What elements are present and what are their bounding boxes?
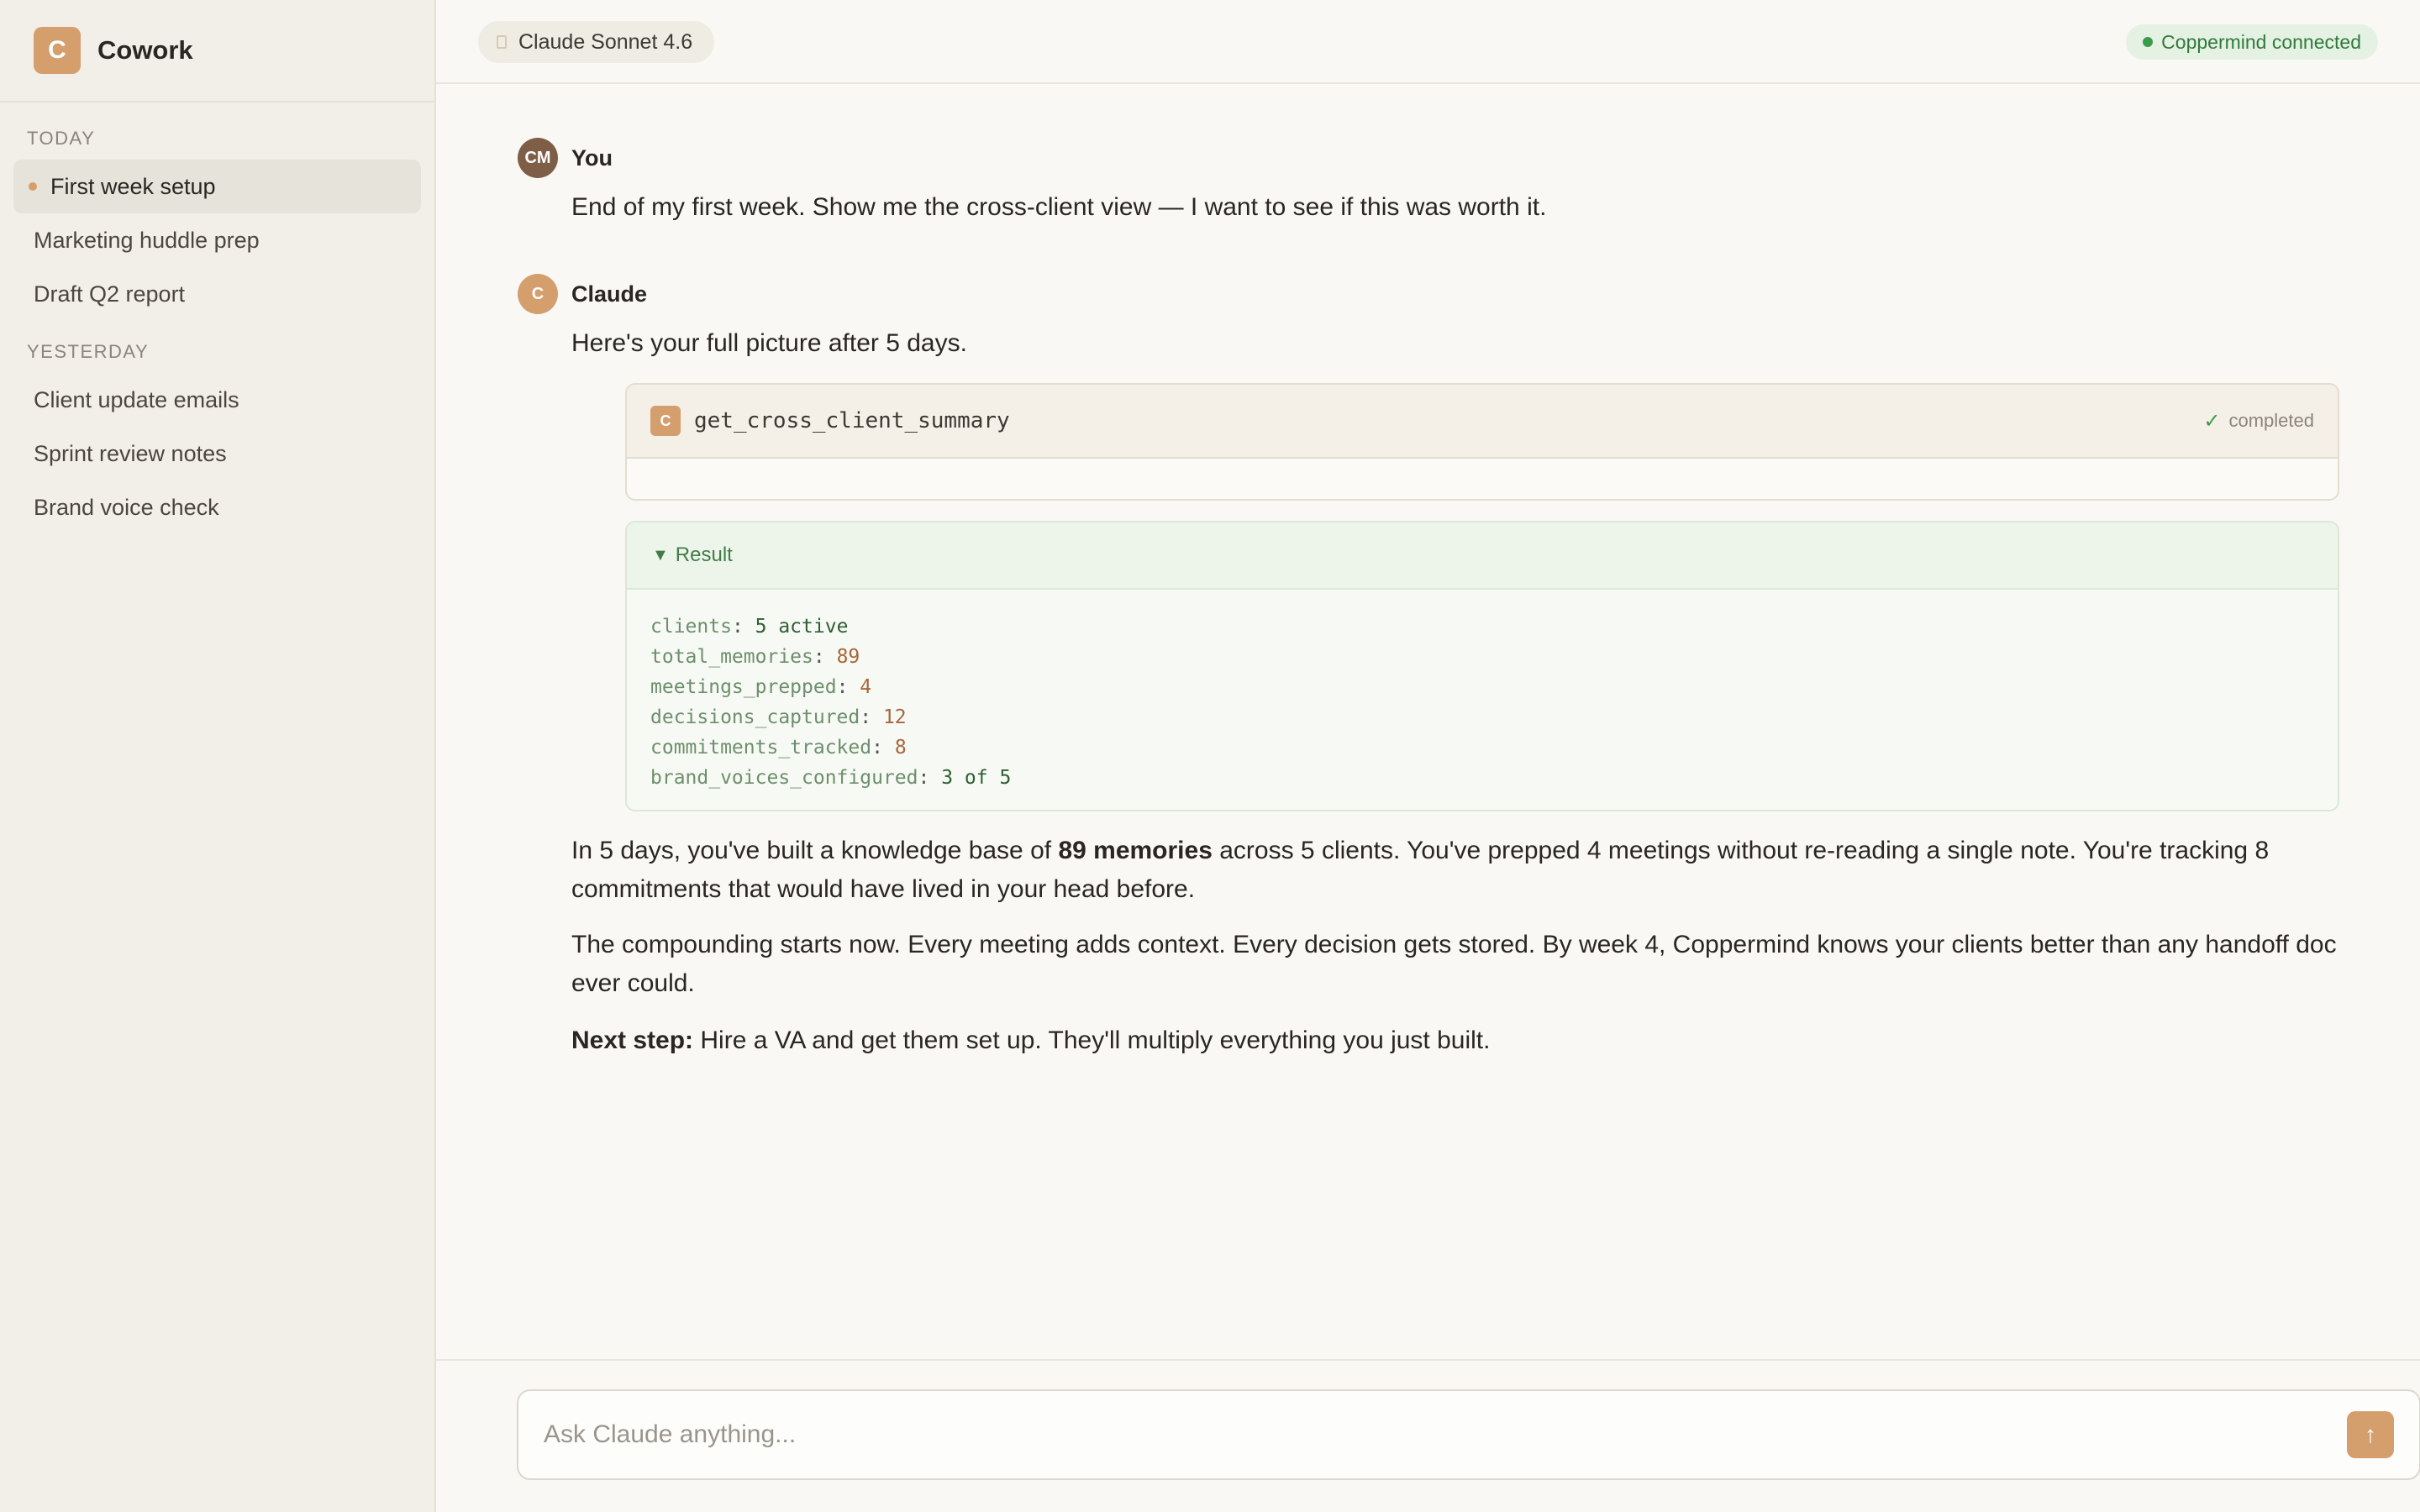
message-input[interactable]	[544, 1391, 2342, 1478]
result-row-decisions-captured: decisions_captured: 12	[650, 702, 2314, 732]
sidebar-item-label: Client update emails	[34, 386, 239, 412]
top-bar: Claude Sonnet 4.6 Coppermind connected	[436, 0, 2420, 84]
app-window: C Cowork TODAY First week setup Marketin…	[0, 0, 2420, 1512]
paragraph-text: Hire a VA and get them set up. They'll m…	[693, 1026, 1491, 1054]
sidebar-item-label: Marketing huddle prep	[34, 227, 260, 253]
caret-down-icon: ▼	[652, 545, 669, 564]
check-icon: ✓	[2203, 409, 2221, 433]
sidebar-item-draft-q2-report[interactable]: Draft Q2 report	[13, 267, 421, 321]
assistant-author-name: Claude	[571, 281, 648, 307]
sidebar: C Cowork TODAY First week setup Marketin…	[0, 0, 436, 1512]
result-key: meetings_prepped	[650, 676, 837, 698]
sidebar-item-brand-voice-check[interactable]: Brand voice check	[13, 480, 421, 534]
sidebar-item-client-update-emails[interactable]: Client update emails	[13, 373, 421, 427]
tool-status: ✓ completed	[2203, 409, 2314, 433]
result-label: Result	[675, 543, 733, 566]
active-dot-icon	[29, 182, 37, 191]
nav-list-today: First week setup Marketing huddle prep D…	[0, 160, 434, 321]
model-icon	[497, 35, 507, 49]
tool-status-label: completed	[2228, 410, 2314, 431]
result-key: total_memories	[650, 646, 813, 668]
result-key: clients	[650, 616, 732, 638]
user-message-text: End of my first week. Show me the cross-…	[571, 193, 1547, 221]
result-toggle[interactable]: ▼ Result	[627, 522, 2338, 590]
connection-status-label: Coppermind connected	[2161, 30, 2361, 53]
model-label: Claude Sonnet 4.6	[518, 29, 693, 54]
section-label-today: TODAY	[27, 128, 96, 149]
result-value: 5 active	[755, 616, 849, 638]
sidebar-item-label: Sprint review notes	[34, 440, 227, 466]
result-value: 3 of 5	[941, 767, 1012, 789]
paragraph-bold-text: 89 memories	[1058, 837, 1213, 864]
user-author-name: You	[571, 144, 613, 171]
brand-name: Cowork	[97, 35, 193, 65]
arrow-up-icon: ↑	[2365, 1421, 2376, 1447]
result-key: commitments_tracked	[650, 737, 872, 759]
sidebar-item-label: Brand voice check	[34, 494, 219, 520]
composer-area: ↑	[436, 1359, 2420, 1512]
tool-call-card[interactable]: C get_cross_client_summary ✓ completed	[625, 383, 2339, 501]
brand-logo-icon: C	[34, 27, 81, 74]
tool-icon: C	[650, 406, 681, 436]
send-button[interactable]: ↑	[2347, 1411, 2394, 1458]
tool-result-card: ▼ Result clients: 5 active total_memorie…	[625, 521, 2339, 811]
brand: C Cowork	[0, 0, 434, 102]
assistant-message-header: C Claude	[518, 274, 647, 314]
result-key: decisions_captured	[650, 706, 860, 728]
claude-avatar: C	[518, 274, 558, 314]
section-label-yesterday: YESTERDAY	[27, 341, 150, 362]
assistant-paragraph-2: The compounding starts now. Every meetin…	[571, 931, 2337, 997]
result-row-clients: clients: 5 active	[650, 612, 2314, 642]
result-row-commitments-tracked: commitments_tracked: 8	[650, 732, 2314, 763]
composer: ↑	[517, 1389, 2420, 1480]
sidebar-item-label: Draft Q2 report	[34, 281, 186, 307]
result-value: 4	[860, 676, 872, 698]
assistant-paragraph-3: Next step: Hire a VA and get them set up…	[571, 1021, 2344, 1060]
result-value: 89	[836, 646, 860, 668]
sidebar-item-label: First week setup	[50, 173, 216, 199]
user-message-header: CM You	[518, 138, 613, 178]
assistant-paragraph-1: In 5 days, you've built a knowledge base…	[571, 832, 2344, 909]
assistant-intro-text: Here's your full picture after 5 days.	[571, 329, 967, 357]
result-value: 8	[894, 737, 907, 759]
result-body: clients: 5 active total_memories: 89 mee…	[627, 590, 2338, 810]
paragraph-text: In 5 days, you've built a knowledge base…	[571, 837, 1059, 864]
sidebar-item-sprint-review-notes[interactable]: Sprint review notes	[13, 427, 421, 480]
connection-status-badge: Coppermind connected	[2126, 24, 2378, 60]
result-row-brand-voices-configured: brand_voices_configured: 3 of 5	[650, 763, 2314, 793]
result-value: 12	[882, 706, 907, 728]
result-row-total-memories: total_memories: 89	[650, 642, 2314, 672]
model-selector[interactable]: Claude Sonnet 4.6	[478, 21, 715, 63]
result-row-meetings-prepped: meetings_prepped: 4	[650, 672, 2314, 702]
sidebar-item-marketing-huddle-prep[interactable]: Marketing huddle prep	[13, 213, 421, 267]
sidebar-item-first-week-setup[interactable]: First week setup	[13, 160, 421, 213]
paragraph-bold-text: Next step:	[571, 1026, 694, 1054]
tool-call-header[interactable]: C get_cross_client_summary ✓ completed	[627, 385, 2338, 459]
result-key: brand_voices_configured	[650, 767, 918, 789]
nav-list-yesterday: Client update emails Sprint review notes…	[0, 373, 434, 534]
tool-name: get_cross_client_summary	[694, 408, 1010, 433]
status-dot-icon	[2143, 37, 2154, 47]
user-avatar: CM	[518, 138, 558, 178]
